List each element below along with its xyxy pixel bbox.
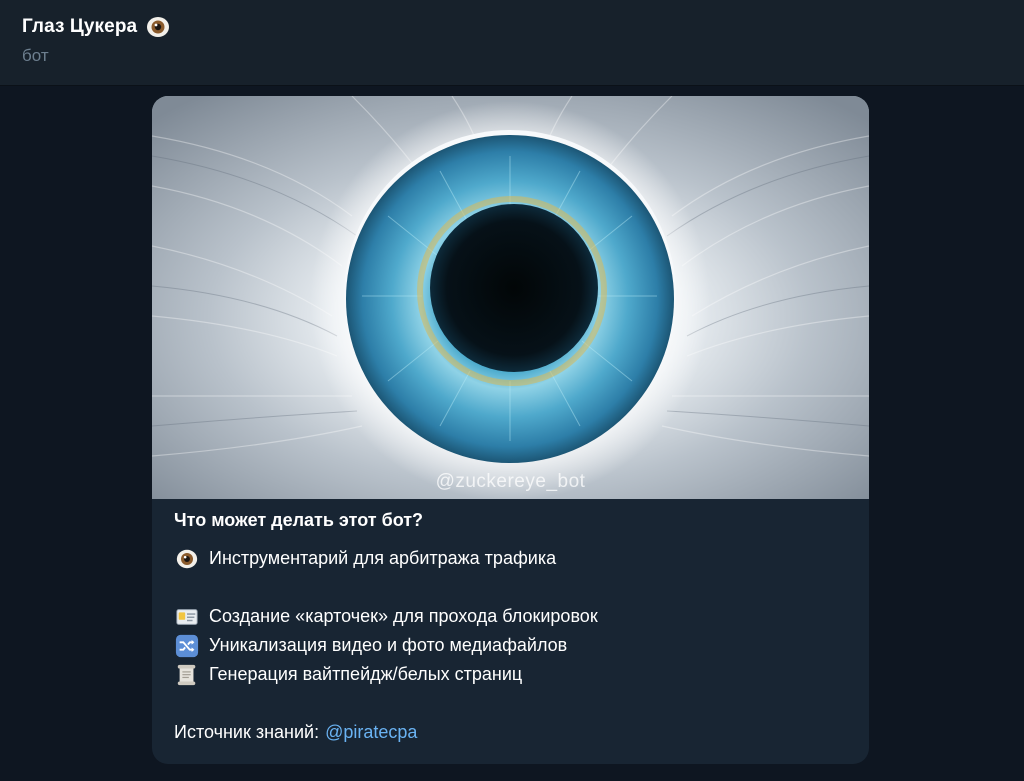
eye-icon xyxy=(174,546,200,572)
feature-line-uniqualization: Уникализация видео и фото медиафайлов xyxy=(174,631,849,660)
shuffle-icon xyxy=(174,633,200,659)
source-line: Источник знаний: @piratecpa xyxy=(174,718,849,747)
id-card-icon xyxy=(174,604,200,630)
chat-title[interactable]: Глаз Цукера xyxy=(22,16,137,38)
feature-text: Уникализация видео и фото медиафайлов xyxy=(209,635,568,655)
bot-cover-image[interactable]: @zuckereye_bot xyxy=(152,96,869,499)
bot-description: Что может делать этот бот? Инструментари… xyxy=(174,510,849,747)
feature-text: Генерация вайтпейдж/белых страниц xyxy=(209,664,523,684)
feature-line-cards: Создание «карточек» для прохода блокиров… xyxy=(174,602,849,631)
bot-info-card: @zuckereye_bot Что может делать этот бот… xyxy=(152,96,869,764)
description-heading: Что может делать этот бот? xyxy=(174,510,424,530)
feature-line-whitepages: Генерация вайтпейдж/белых страниц xyxy=(174,660,849,689)
chat-subtitle: бот xyxy=(22,46,49,65)
eye-icon xyxy=(145,14,171,40)
bot-handle-watermark: @zuckereye_bot xyxy=(435,471,586,492)
source-link[interactable]: @piratecpa xyxy=(325,722,417,743)
source-label: Источник знаний: xyxy=(174,722,320,742)
chat-header: Глаз Цукера бот xyxy=(0,0,1024,86)
feature-text: Создание «карточек» для прохода блокиров… xyxy=(209,606,598,626)
chat-title-row[interactable]: Глаз Цукера xyxy=(22,14,171,40)
scroll-icon xyxy=(174,662,200,688)
feature-line-tools: Инструментарий для арбитража трафика xyxy=(174,544,849,573)
feature-text: Инструментарий для арбитража трафика xyxy=(209,548,557,568)
